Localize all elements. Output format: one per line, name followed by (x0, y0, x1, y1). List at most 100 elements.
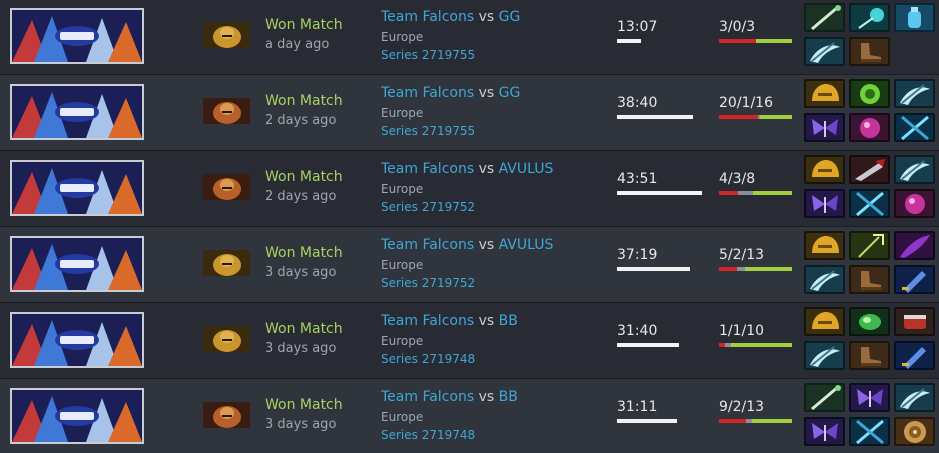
kda-bar-assists (744, 267, 792, 271)
series-link[interactable]: Series 2719748 (381, 428, 475, 442)
match-row[interactable]: Won Match 2 days ago Team Falcons vs AVULU… (0, 151, 939, 227)
kda-score: 1/1/10 (719, 323, 765, 339)
hero-portrait-icon[interactable] (203, 250, 250, 276)
vortex-icon[interactable] (849, 79, 890, 108)
green-orb-icon[interactable] (849, 307, 890, 336)
helm-icon[interactable] (804, 155, 845, 184)
boots-icon[interactable] (849, 265, 890, 294)
match-row[interactable]: Won Match 3 days ago Team Falcons vs BB Eur… (0, 303, 939, 379)
kda-bar (719, 39, 792, 43)
match-region: Europe (381, 410, 424, 424)
bottle-icon[interactable] (894, 3, 935, 32)
match-teams: Team Falcons vs AVULUS (381, 237, 553, 253)
boots-icon[interactable] (849, 37, 890, 66)
series-link[interactable]: Series 2719752 (381, 276, 475, 290)
match-time-ago: 3 days ago (265, 417, 337, 432)
match-teams: Team Falcons vs GG (381, 85, 520, 101)
magic-wand-icon[interactable] (849, 3, 890, 32)
orb-icon[interactable] (894, 189, 935, 218)
match-result[interactable]: Won Match (265, 93, 343, 109)
battlefury-icon[interactable] (894, 155, 935, 184)
dagger-icon[interactable] (894, 341, 935, 370)
manta-icon[interactable] (849, 189, 890, 218)
match-result[interactable]: Won Match (265, 17, 343, 33)
team-name-link[interactable]: Team Falcons (381, 237, 474, 253)
match-result[interactable]: Won Match (265, 397, 343, 413)
quarterstaff-icon[interactable] (804, 383, 845, 412)
team-name-link[interactable]: Team Falcons (381, 161, 474, 177)
shield-icon[interactable] (894, 417, 935, 446)
match-row[interactable]: Won Match 3 days ago Team Falcons vs AVULU… (0, 227, 939, 303)
butterfly-icon[interactable] (804, 113, 845, 142)
league-banner-icon[interactable] (10, 160, 144, 216)
quarterstaff-icon[interactable] (804, 3, 845, 32)
kda-bar-kills (719, 115, 759, 119)
battlefury-icon[interactable] (804, 265, 845, 294)
helm-icon[interactable] (804, 307, 845, 336)
hero-portrait-icon[interactable] (203, 22, 250, 48)
helm-icon[interactable] (804, 231, 845, 260)
match-result[interactable]: Won Match (265, 321, 343, 337)
league-banner-icon[interactable] (10, 388, 144, 444)
opponent-name-link[interactable]: AVULUS (499, 237, 554, 253)
opponent-name-link[interactable]: GG (499, 9, 521, 25)
duration-bar (617, 343, 679, 347)
match-region: Europe (381, 106, 424, 120)
hero-portrait-icon[interactable] (203, 98, 250, 124)
manta-icon[interactable] (894, 113, 935, 142)
league-banner-icon[interactable] (10, 84, 144, 140)
match-region: Europe (381, 334, 424, 348)
match-result[interactable]: Won Match (265, 245, 343, 261)
match-duration: 13:07 (617, 19, 658, 35)
match-teams: Team Falcons vs AVULUS (381, 161, 553, 177)
match-row[interactable]: Won Match a day ago Team Falcons vs GG Euro… (0, 0, 939, 75)
opponent-name-link[interactable]: BB (499, 313, 518, 329)
team-name-link[interactable]: Team Falcons (381, 389, 474, 405)
manta-icon[interactable] (849, 417, 890, 446)
league-banner-icon[interactable] (10, 8, 144, 64)
hero-portrait-icon[interactable] (203, 326, 250, 352)
hero-portrait-icon[interactable] (203, 174, 250, 200)
kda-bar (719, 343, 792, 347)
team-name-link[interactable]: Team Falcons (381, 9, 474, 25)
battlefury-icon[interactable] (894, 383, 935, 412)
match-result[interactable]: Won Match (265, 169, 343, 185)
kda-bar-kills (719, 267, 738, 271)
opponent-name-link[interactable]: AVULUS (499, 161, 554, 177)
kda-score: 3/0/3 (719, 19, 756, 35)
series-link[interactable]: Series 2719755 (381, 48, 475, 62)
series-link[interactable]: Series 2719748 (381, 352, 475, 366)
battlefury-icon[interactable] (894, 79, 935, 108)
team-name-link[interactable]: Team Falcons (381, 313, 474, 329)
kda-bar-assists (753, 191, 792, 195)
duration-bar (617, 39, 641, 43)
kda-score: 5/2/13 (719, 247, 765, 263)
match-row[interactable]: Won Match 3 days ago Team Falcons vs BB Eur… (0, 379, 939, 453)
league-banner-icon[interactable] (10, 236, 144, 292)
kda-bar-assists (755, 39, 792, 43)
helm-icon[interactable] (804, 79, 845, 108)
series-link[interactable]: Series 2719752 (381, 200, 475, 214)
desolator-icon[interactable] (849, 155, 890, 184)
opponent-name-link[interactable]: BB (499, 389, 518, 405)
match-region: Europe (381, 30, 424, 44)
match-row[interactable]: Won Match 2 days ago Team Falcons vs GG Eur… (0, 75, 939, 151)
boots-icon[interactable] (849, 341, 890, 370)
vs-label: vs (478, 9, 495, 25)
team-name-link[interactable]: Team Falcons (381, 85, 474, 101)
battlefury-icon[interactable] (804, 37, 845, 66)
gauntlet-icon[interactable] (894, 307, 935, 336)
mystic-staff-icon[interactable] (894, 231, 935, 260)
battlefury-icon[interactable] (804, 341, 845, 370)
dagger-icon[interactable] (894, 265, 935, 294)
league-banner-icon[interactable] (10, 312, 144, 368)
trident-icon[interactable] (849, 231, 890, 260)
orb-icon[interactable] (849, 113, 890, 142)
series-link[interactable]: Series 2719755 (381, 124, 475, 138)
butterfly-icon[interactable] (804, 417, 845, 446)
match-time-ago: a day ago (265, 37, 330, 52)
butterfly-icon[interactable] (849, 383, 890, 412)
opponent-name-link[interactable]: GG (499, 85, 521, 101)
butterfly-icon[interactable] (804, 189, 845, 218)
hero-portrait-icon[interactable] (203, 402, 250, 428)
